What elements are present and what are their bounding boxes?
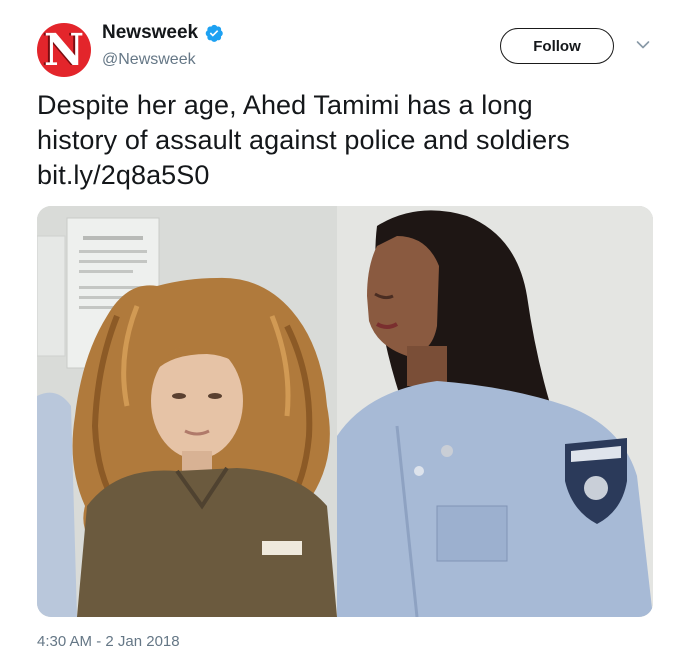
tweet-photo[interactable] [37, 206, 653, 617]
verified-badge-icon [205, 24, 223, 42]
tweet-link[interactable]: bit.ly/2q8a5S0 [37, 158, 667, 193]
avatar[interactable]: N [37, 23, 91, 77]
photo-illustration [37, 206, 653, 617]
avatar-logo-letter: N [43, 25, 85, 76]
account-handle[interactable]: @Newsweek [102, 51, 196, 69]
tweet-text-line: Despite her age, Ahed Tamimi has a long [37, 90, 533, 120]
display-name[interactable]: Newsweek [102, 22, 198, 44]
tweet-text: Despite her age, Ahed Tamimi has a long … [37, 88, 667, 193]
tweet-text-line: history of assault against police and so… [37, 125, 570, 155]
girl-figure [72, 277, 337, 617]
account-name-row: Newsweek [102, 22, 224, 44]
chevron-down-icon[interactable] [636, 40, 650, 50]
tweet-card: N Newsweek @Newsweek Follow Despite her … [0, 0, 688, 660]
follow-button[interactable]: Follow [500, 28, 614, 64]
tweet-timestamp[interactable]: 4:30 AM - 2 Jan 2018 [37, 633, 180, 650]
